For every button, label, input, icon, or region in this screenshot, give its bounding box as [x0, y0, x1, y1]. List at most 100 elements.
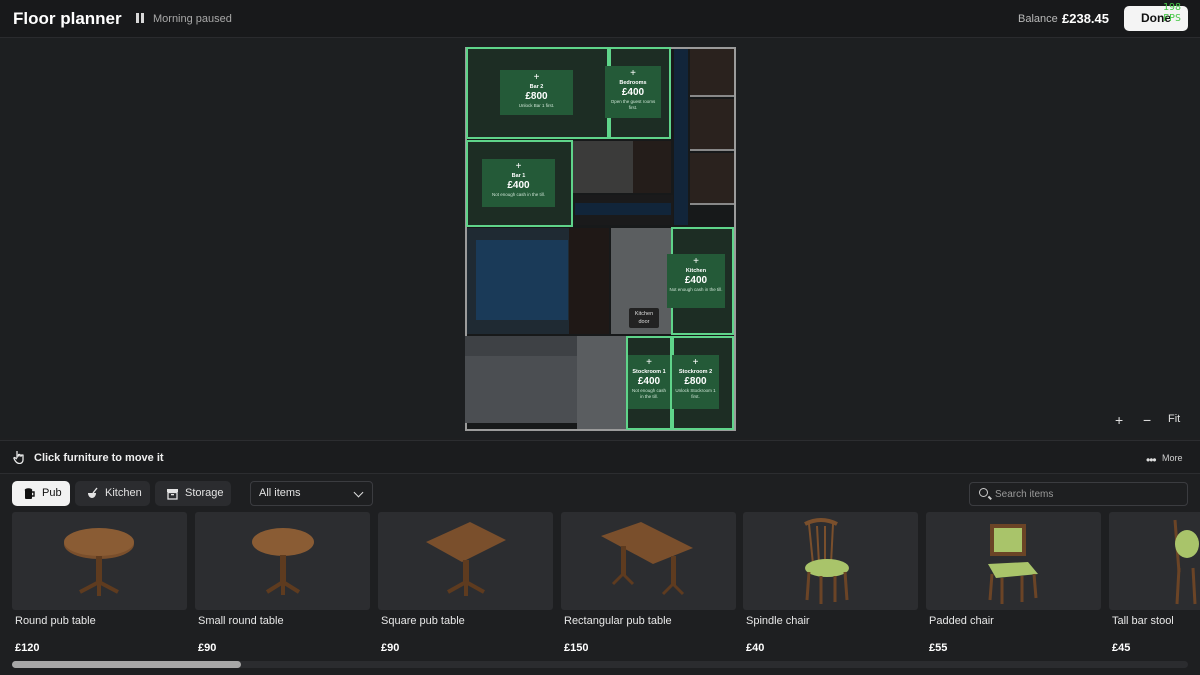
item-price: £40 — [746, 642, 765, 654]
zone-card-kitchen[interactable]: + Kitchen £400 Not enough cash in the ti… — [667, 254, 725, 308]
item-name: Square pub table — [381, 615, 465, 627]
zone-name: Bedrooms — [619, 80, 647, 86]
zone-price: £400 — [684, 275, 708, 286]
furniture-card[interactable]: Square pub table £90 — [378, 512, 553, 660]
plus-icon: + — [692, 357, 699, 368]
furniture-card[interactable]: Round pub table £120 — [12, 512, 187, 660]
zone-price: £400 — [637, 376, 661, 387]
zone-name: Bar 2 — [529, 84, 544, 90]
zone-note: Not enough cash in the till. — [491, 192, 546, 197]
zoom-out-button[interactable]: − — [1143, 412, 1151, 428]
furniture-card[interactable]: Padded chair £55 — [926, 512, 1101, 660]
tab-storage[interactable]: Storage — [155, 481, 231, 506]
item-price: £150 — [564, 642, 589, 654]
small-round-table-icon — [252, 528, 314, 595]
hint-text: Click furniture to move it — [34, 452, 164, 464]
plus-icon: + — [533, 72, 540, 83]
balance-label: Balance — [1018, 13, 1058, 25]
bar-carpet — [476, 240, 568, 320]
item-name: Spindle chair — [746, 615, 810, 627]
item-price: £90 — [381, 642, 400, 654]
toilets — [573, 141, 633, 193]
zone-name: Bar 1 — [511, 173, 526, 179]
padded-chair-icon — [988, 524, 1038, 604]
item-price: £55 — [929, 642, 948, 654]
furniture-carousel[interactable]: Round pub table £120 Small round table £… — [12, 512, 1200, 660]
zoom-in-button[interactable]: + — [1115, 412, 1123, 428]
carousel-scrollbar-thumb[interactable] — [12, 661, 241, 668]
zone-card-bedrooms[interactable]: + Bedrooms £400 Open the guest rooms fir… — [605, 66, 661, 118]
item-name: Round pub table — [15, 615, 96, 627]
guest-corridor — [674, 49, 688, 225]
zone-note: Unlock Stockroom 1 first. — [675, 388, 716, 399]
bar-counter — [569, 228, 609, 334]
item-thumbnail — [378, 512, 553, 610]
page-title: Floor planner — [13, 9, 122, 28]
game-status: Morning paused — [153, 13, 232, 25]
item-name: Rectangular pub table — [564, 615, 672, 627]
more-icon[interactable]: ••• — [1146, 453, 1157, 467]
plus-icon: + — [693, 256, 699, 267]
pause-icon[interactable] — [136, 13, 144, 23]
plus-icon: + — [515, 161, 522, 172]
tab-label: Storage — [185, 487, 224, 499]
toilet-stalls — [633, 141, 671, 193]
fps-counter: 198 FPS — [1163, 2, 1182, 24]
more-button[interactable]: More — [1162, 453, 1183, 463]
parking-roof — [465, 336, 577, 356]
pub-icon — [24, 488, 35, 499]
zone-name: Stockroom 1 — [632, 369, 666, 375]
filter-value: All items — [259, 487, 301, 499]
tab-label: Kitchen — [105, 487, 142, 499]
category-filter-dropdown[interactable]: All items — [250, 481, 373, 506]
item-thumbnail — [1109, 512, 1200, 610]
furniture-card[interactable]: Spindle chair £40 — [743, 512, 918, 660]
zone-card-stockroom-2[interactable]: + Stockroom 2 £800 Unlock Stockroom 1 fi… — [672, 355, 719, 409]
guest-room — [690, 49, 734, 97]
spindle-chair-icon — [804, 518, 849, 604]
zone-card-bar-2[interactable]: + Bar 2 £800 Unlock Bar 1 first. — [500, 70, 573, 115]
tab-label: Pub — [42, 487, 62, 499]
fit-button[interactable]: Fit — [1168, 413, 1180, 425]
zone-price: £800 — [684, 376, 707, 387]
zone-card-stockroom-1[interactable]: + Stockroom 1 £400 Not enough cash in th… — [628, 355, 670, 409]
guest-room — [690, 153, 734, 205]
kitchen-door-label[interactable]: Kitchen door — [629, 308, 659, 328]
zone-price: £800 — [525, 91, 548, 102]
tab-kitchen[interactable]: Kitchen — [75, 481, 150, 506]
item-thumbnail — [743, 512, 918, 610]
top-bar: Floor planner Morning paused Balance £23… — [0, 0, 1200, 38]
furniture-card[interactable]: Rectangular pub table £150 — [561, 512, 736, 660]
zone-note: Not enough cash in the till. — [631, 388, 667, 399]
zone-card-bar-1[interactable]: + Bar 1 £400 Not enough cash in the till… — [482, 159, 555, 207]
zone-note: Unlock Bar 1 first. — [518, 103, 555, 108]
hand-pointer-icon — [13, 451, 24, 464]
item-thumbnail — [926, 512, 1101, 610]
hallway-rug — [575, 203, 671, 215]
guest-room — [690, 99, 734, 151]
balance-value: £238.45 — [1062, 11, 1109, 26]
furniture-card[interactable]: Small round table £90 — [195, 512, 370, 660]
zone-note: Open the guest rooms first. — [610, 99, 656, 110]
search-box[interactable] — [969, 482, 1188, 506]
plus-icon: + — [630, 68, 636, 79]
item-name: Tall bar stool — [1112, 615, 1174, 627]
furniture-card[interactable]: Tall bar stool £45 — [1109, 512, 1200, 660]
hint-bar: Click furniture to move it ••• More — [0, 440, 1200, 474]
item-price: £90 — [198, 642, 217, 654]
kitchen-icon — [88, 487, 98, 498]
item-thumbnail — [195, 512, 370, 610]
item-name: Small round table — [198, 615, 284, 627]
corridor — [577, 336, 627, 429]
tab-pub[interactable]: Pub — [12, 481, 70, 506]
rectangular-table-icon — [601, 522, 693, 596]
storage-icon — [167, 489, 178, 500]
square-table-icon — [426, 522, 506, 596]
zone-price: £400 — [621, 87, 645, 98]
zone-name: Kitchen — [685, 268, 707, 274]
zone-price: £400 — [507, 180, 530, 191]
zone-note: Not enough cash in the till. — [669, 287, 723, 292]
search-input[interactable] — [995, 486, 1180, 502]
round-table-icon — [64, 528, 134, 596]
chevron-down-icon — [353, 487, 364, 498]
